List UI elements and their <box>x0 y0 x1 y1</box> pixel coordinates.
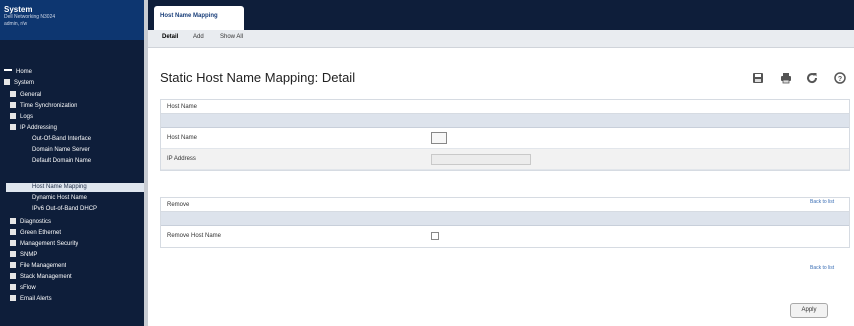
nav-item-oob-interface[interactable]: Out-Of-Band Interface <box>32 135 91 144</box>
folder-icon <box>10 229 16 235</box>
ip-address-field[interactable] <box>431 154 531 165</box>
nav-item-snmp[interactable]: SNMP <box>10 251 37 260</box>
host-name-row: Host Name <box>161 128 849 149</box>
nav-item-sflow[interactable]: sFlow <box>10 284 36 293</box>
nav-item-host-name-mapping[interactable]: Host Name Mapping <box>6 183 144 192</box>
folder-icon <box>10 124 16 130</box>
folder-icon <box>10 102 16 108</box>
panel-header-strip <box>161 212 849 226</box>
host-name-panel: Host Name Host Name IP Address <box>160 99 850 171</box>
subtab-add[interactable]: Add <box>193 34 204 40</box>
nav-item-stack-management[interactable]: Stack Management <box>10 273 72 282</box>
folder-icon <box>10 251 16 257</box>
sidebar-device-name: Dell Networking N3024 <box>4 14 56 20</box>
remove-host-row: Remove Host Name <box>161 226 849 247</box>
panel-header-strip <box>161 114 849 128</box>
back-to-list-link-1[interactable]: Back to list <box>810 199 834 205</box>
tab-host-name-mapping[interactable]: Host Name Mapping <box>154 6 244 30</box>
apply-button[interactable]: Apply <box>790 303 828 318</box>
collapse-icon <box>4 69 12 71</box>
sidebar-title: System <box>4 5 33 14</box>
host-name-select[interactable] <box>431 132 447 144</box>
folder-icon <box>10 91 16 97</box>
remove-panel: Remove Remove Host Name <box>160 197 850 248</box>
sidebar-header: System Dell Networking N3024 admin, r/w <box>0 0 148 40</box>
nav-item-default-domain[interactable]: Default Domain Name <box>32 157 91 166</box>
nav-item-dynamic-host[interactable]: Dynamic Host Name <box>32 194 87 203</box>
svg-text:?: ? <box>838 76 842 83</box>
folder-icon <box>10 295 16 301</box>
folder-icon <box>10 262 16 268</box>
print-icon[interactable] <box>780 72 792 84</box>
top-tab-bar: Host Name Mapping <box>148 0 854 30</box>
nav-item-ipv6-oob-dhcp[interactable]: IPv6 Out-of-Band DHCP <box>32 205 97 214</box>
folder-icon <box>4 79 10 85</box>
nav-item-home[interactable]: Home <box>4 68 32 77</box>
subtab-show-all[interactable]: Show All <box>220 34 243 40</box>
folder-icon <box>10 218 16 224</box>
nav-item-time-sync[interactable]: Time Synchronization <box>10 102 77 111</box>
host-name-label: Host Name <box>167 135 198 141</box>
sidebar-scrollbar[interactable] <box>144 0 148 326</box>
nav-item-green-ethernet[interactable]: Green Ethernet <box>10 229 61 238</box>
folder-icon <box>10 240 16 246</box>
nav-item-general[interactable]: General <box>10 91 41 100</box>
nav-item-file-management[interactable]: File Management <box>10 262 66 271</box>
back-to-list-link-2[interactable]: Back to list <box>810 265 834 271</box>
page-title: Static Host Name Mapping: Detail <box>160 70 356 85</box>
remove-host-checkbox[interactable] <box>431 232 439 240</box>
sidebar-user: admin, r/w <box>4 21 28 27</box>
remove-panel-title: Remove <box>161 198 849 212</box>
save-icon[interactable] <box>752 72 764 84</box>
nav-item-logs[interactable]: Logs <box>10 113 33 122</box>
folder-icon <box>10 284 16 290</box>
nav-item-management-security[interactable]: Management Security <box>10 240 78 249</box>
host-name-panel-title: Host Name <box>161 100 849 114</box>
nav-item-diagnostics[interactable]: Diagnostics <box>10 218 51 227</box>
subtab-detail[interactable]: Detail <box>162 34 178 40</box>
refresh-icon[interactable] <box>806 72 818 84</box>
navigation-sidebar: System Dell Networking N3024 admin, r/w … <box>0 0 148 326</box>
nav-item-ip-addressing[interactable]: IP Addressing <box>10 124 57 133</box>
help-icon[interactable]: ? <box>834 72 846 84</box>
sub-tab-bar: Detail Add Show All <box>148 30 854 48</box>
folder-icon <box>10 113 16 119</box>
nav-item-email-alerts[interactable]: Email Alerts <box>10 295 52 304</box>
nav-item-system[interactable]: System <box>4 79 34 88</box>
ip-address-label: IP Address <box>167 156 196 162</box>
ip-address-row: IP Address <box>161 149 849 170</box>
remove-host-label: Remove Host Name <box>167 233 222 239</box>
nav-item-dns[interactable]: Domain Name Server <box>32 146 90 155</box>
folder-icon <box>10 273 16 279</box>
